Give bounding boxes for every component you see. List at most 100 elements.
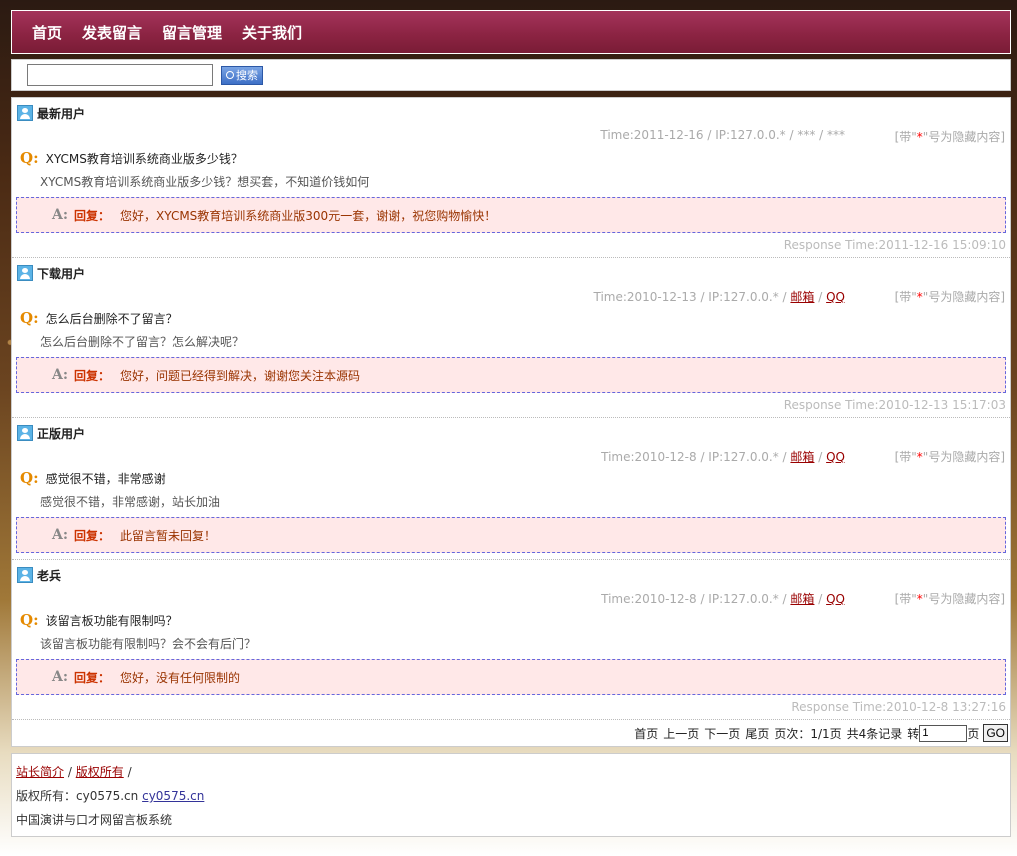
question-icon: Q: bbox=[20, 149, 39, 167]
footer-copyright: 版权所有：cy0575.cn cy0575.cn bbox=[16, 784, 1006, 808]
site-footer: 站长简介 / 版权所有 / 版权所有：cy0575.cn cy0575.cn 中… bbox=[11, 753, 1011, 837]
message-meta: Time:2010-12-8 / IP:127.0.0.* / 邮箱 / QQ bbox=[601, 450, 845, 464]
message-info-row: Time:2010-12-13 / IP:127.0.0.* / 邮箱 / QQ… bbox=[12, 284, 1010, 306]
search-bar: 搜索 bbox=[11, 59, 1011, 91]
message-user-row: 正版用户 bbox=[12, 418, 1010, 444]
message-user-row: 最新用户 bbox=[12, 98, 1010, 124]
pagination: 首页 上一页 下一页 尾页 页次：1/1页 共4条记录 转 页 GO bbox=[12, 720, 1010, 746]
message-list: 最新用户 Time:2011-12-16 / IP:127.0.0.* / **… bbox=[11, 97, 1011, 747]
message-meta: Time:2010-12-13 / IP:127.0.0.* / 邮箱 / QQ bbox=[593, 290, 845, 304]
hidden-content-hint: [带"*"号为隐藏内容] bbox=[895, 128, 1005, 145]
answer-icon: A: bbox=[52, 207, 69, 223]
message-info-row: Time:2011-12-16 / IP:127.0.0.* / *** / *… bbox=[12, 124, 1010, 146]
search-button[interactable]: 搜索 bbox=[221, 65, 263, 85]
question-body: 感觉很不错，非常感谢，站长加油 bbox=[40, 495, 221, 509]
pager-page-suffix: 页 bbox=[967, 726, 980, 741]
footer-links: 站长简介 / 版权所有 / bbox=[16, 760, 1006, 784]
question-icon: Q: bbox=[20, 309, 39, 327]
hidden-content-hint: [带"*"号为隐藏内容] bbox=[895, 288, 1005, 305]
hidden-content-hint: [带"*"号为隐藏内容] bbox=[895, 448, 1005, 465]
message-time: Time:2010-12-13 / IP:127.0.0.* / bbox=[593, 290, 791, 304]
qq-link[interactable]: QQ bbox=[826, 450, 845, 464]
question-title: XYCMS教育培训系统商业版多少钱？ bbox=[45, 151, 243, 166]
pager-page-info: 页次：1/1页 bbox=[774, 726, 842, 741]
hint-prefix: [带" bbox=[894, 592, 917, 606]
reply-label: 回复： bbox=[74, 208, 111, 223]
message-meta: Time:2010-12-8 / IP:127.0.0.* / 邮箱 / QQ bbox=[601, 592, 845, 606]
message-info-row: Time:2010-12-8 / IP:127.0.0.* / 邮箱 / QQ … bbox=[12, 444, 1010, 466]
search-icon bbox=[226, 71, 234, 79]
footer-link-copyright[interactable]: 版权所有 bbox=[76, 765, 124, 779]
pager-page-input[interactable] bbox=[919, 724, 968, 742]
question-body: 怎么后台删除不了留言？怎么解决呢？ bbox=[40, 335, 245, 349]
response-time: Response Time:2010-12-8 13:27:16 bbox=[791, 700, 1006, 714]
nav-post-message[interactable]: 发表留言 bbox=[82, 22, 142, 43]
qq-link[interactable]: QQ bbox=[826, 290, 845, 304]
reply-box: A: 回复： 您好，没有任何限制的 bbox=[16, 659, 1006, 695]
pager-goto-label: 转 bbox=[907, 726, 920, 741]
hint-suffix: "号为隐藏内容] bbox=[922, 290, 1005, 304]
answer-icon: A: bbox=[52, 527, 69, 543]
response-time: Response Time:2010-12-13 15:17:03 bbox=[783, 398, 1006, 412]
hint-suffix: "号为隐藏内容] bbox=[922, 592, 1005, 606]
pager-go-button[interactable]: GO bbox=[983, 724, 1008, 742]
footer-sep: / bbox=[127, 765, 132, 779]
email-link[interactable]: 邮箱 bbox=[790, 290, 814, 304]
nav-message-admin[interactable]: 留言管理 bbox=[162, 22, 222, 43]
message-username: 正版用户 bbox=[37, 426, 86, 441]
message-username: 下载用户 bbox=[37, 266, 86, 281]
pager-next[interactable]: 下一页 bbox=[704, 725, 740, 742]
hidden-content-hint: [带"*"号为隐藏内容] bbox=[895, 590, 1005, 607]
hint-prefix: [带" bbox=[894, 450, 917, 464]
message-time: Time:2011-12-16 / IP:127.0.0.* / *** / *… bbox=[600, 128, 845, 142]
message-username: 最新用户 bbox=[37, 106, 86, 121]
question-body: 该留言板功能有限制吗？会不会有后门？ bbox=[40, 637, 257, 651]
user-icon bbox=[17, 425, 33, 441]
question-title: 怎么后台删除不了留言？ bbox=[45, 311, 178, 326]
footer-site-link[interactable]: cy0575.cn bbox=[142, 789, 204, 803]
reply-label: 回复： bbox=[74, 528, 111, 543]
message-info-row: Time:2010-12-8 / IP:127.0.0.* / 邮箱 / QQ … bbox=[12, 586, 1010, 608]
user-icon bbox=[17, 567, 33, 583]
page-wrapper: 首页 发表留言 留言管理 关于我们 搜索 最新用户 Time:2011-12-1… bbox=[11, 10, 1011, 837]
reply-text: 此留言暂未回复！ bbox=[120, 528, 217, 543]
user-icon bbox=[17, 105, 33, 121]
pager-last[interactable]: 尾页 bbox=[745, 725, 769, 742]
hint-prefix: [带" bbox=[894, 290, 917, 304]
footer-system-name: 中国演讲与口才网留言板系统 bbox=[16, 813, 173, 827]
question-title: 该留言板功能有限制吗？ bbox=[45, 613, 178, 628]
message-item: 最新用户 Time:2011-12-16 / IP:127.0.0.* / **… bbox=[12, 98, 1010, 258]
email-link[interactable]: 邮箱 bbox=[790, 592, 814, 606]
reply-text: 您好，问题已经得到解决，谢谢您关注本源码 bbox=[120, 368, 361, 383]
reply-text: 您好，没有任何限制的 bbox=[120, 670, 241, 685]
pager-first[interactable]: 首页 bbox=[634, 725, 658, 742]
nav-about-us[interactable]: 关于我们 bbox=[242, 22, 302, 43]
search-input[interactable] bbox=[27, 64, 213, 86]
hint-suffix: "号为隐藏内容] bbox=[922, 130, 1005, 144]
user-icon bbox=[17, 265, 33, 281]
search-button-label: 搜索 bbox=[236, 69, 258, 82]
email-link[interactable]: 邮箱 bbox=[790, 450, 814, 464]
response-time: Response Time:2011-12-16 15:09:10 bbox=[783, 238, 1006, 252]
question-row: Q: 该留言板功能有限制吗？ bbox=[12, 608, 1010, 632]
answer-icon: A: bbox=[52, 367, 69, 383]
top-nav: 首页 发表留言 留言管理 关于我们 bbox=[11, 10, 1011, 54]
hint-suffix: "号为隐藏内容] bbox=[922, 450, 1005, 464]
nav-home[interactable]: 首页 bbox=[32, 22, 62, 43]
reply-text: 您好，XYCMS教育培训系统商业版300元一套，谢谢，祝您购物愉快！ bbox=[120, 208, 497, 223]
question-icon: Q: bbox=[20, 469, 39, 487]
reply-label: 回复： bbox=[74, 670, 111, 685]
footer-link-about[interactable]: 站长简介 bbox=[16, 765, 64, 779]
message-item: 老兵 Time:2010-12-8 / IP:127.0.0.* / 邮箱 / … bbox=[12, 560, 1010, 720]
reply-box: A: 回复： 您好，问题已经得到解决，谢谢您关注本源码 bbox=[16, 357, 1006, 393]
qq-link[interactable]: QQ bbox=[826, 592, 845, 606]
pager-total: 共4条记录 bbox=[846, 726, 903, 741]
reply-label: 回复： bbox=[74, 368, 111, 383]
message-user-row: 下载用户 bbox=[12, 258, 1010, 284]
reply-box: A: 回复： 您好，XYCMS教育培训系统商业版300元一套，谢谢，祝您购物愉快… bbox=[16, 197, 1006, 233]
message-item: 正版用户 Time:2010-12-8 / IP:127.0.0.* / 邮箱 … bbox=[12, 418, 1010, 560]
pager-prev[interactable]: 上一页 bbox=[663, 725, 699, 742]
message-user-row: 老兵 bbox=[12, 560, 1010, 586]
message-item: 下载用户 Time:2010-12-13 / IP:127.0.0.* / 邮箱… bbox=[12, 258, 1010, 418]
question-body: XYCMS教育培训系统商业版多少钱？想买套，不知道价钱如何 bbox=[40, 175, 370, 189]
